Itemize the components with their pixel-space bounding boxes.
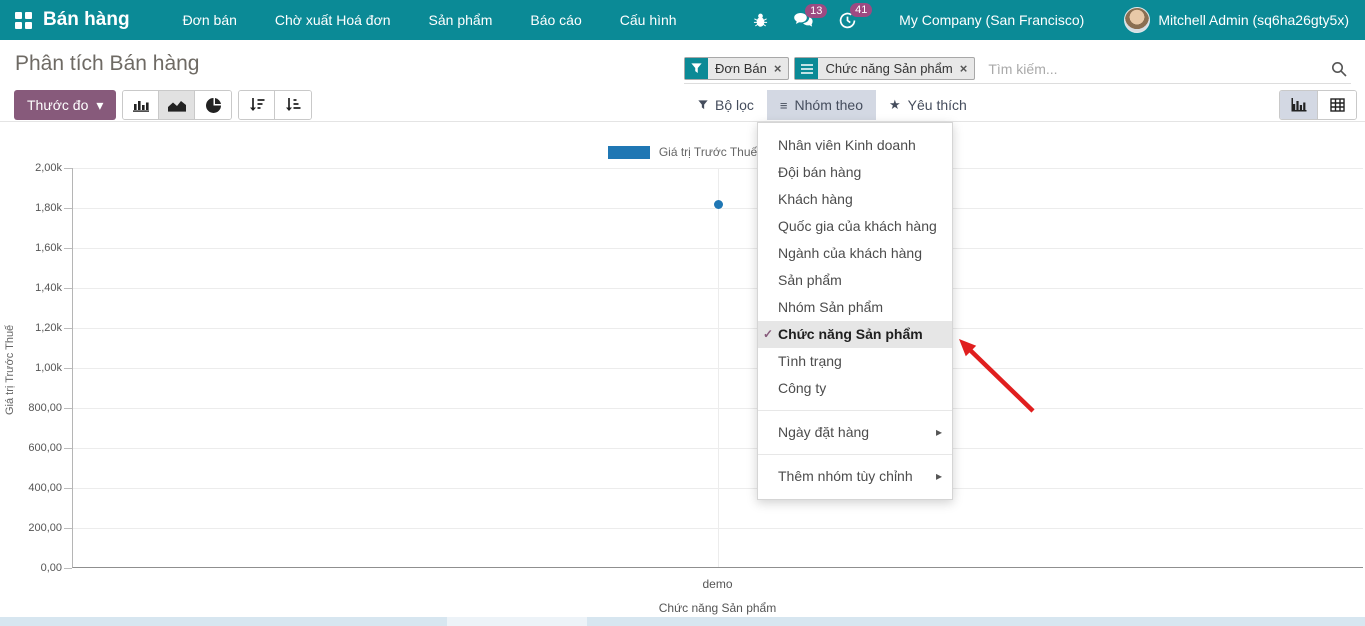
groupby-menu-item[interactable]: Quốc gia của khách hàng xyxy=(758,213,952,240)
favorites-button[interactable]: ★ Yêu thích xyxy=(876,90,980,120)
measures-button[interactable]: Thước đo ▾ xyxy=(14,90,116,120)
groupby-menu-item[interactable]: Đội bán hàng xyxy=(758,159,952,186)
groupby-dropdown-menu: Nhân viên Kinh doanh Đội bán hàng Khách … xyxy=(757,122,953,500)
menu-separator xyxy=(758,410,952,411)
x-tick-demo: demo xyxy=(72,577,1363,591)
groupby-menu-item[interactable]: Nhân viên Kinh doanh xyxy=(758,132,952,159)
menu-separator xyxy=(758,454,952,455)
x-gridline xyxy=(718,168,719,567)
facet-label: Đơn Bán xyxy=(715,61,767,76)
search-icon[interactable] xyxy=(1331,61,1347,77)
activity-badge: 41 xyxy=(850,3,872,17)
y-tick: 1,20k xyxy=(0,321,62,335)
page-title: Phân tích Bán hàng xyxy=(15,52,199,76)
horizontal-scrollbar xyxy=(0,617,1365,626)
app-name[interactable]: Bán hàng xyxy=(43,9,130,31)
y-tick: 1,00k xyxy=(0,361,62,375)
chevron-down-icon: ▾ xyxy=(96,97,103,114)
check-icon: ✓ xyxy=(763,321,773,348)
scrollbar-thumb[interactable] xyxy=(447,617,587,626)
groupby-menu-item-add-custom-group[interactable]: Thêm nhóm tùy chỉnh ▸ xyxy=(758,463,952,490)
navbar-menu-item-bao-cao[interactable]: Báo cáo xyxy=(511,0,600,40)
group-by-icon xyxy=(795,58,818,79)
y-tick: 400,00 xyxy=(0,481,62,495)
line-chart-icon[interactable] xyxy=(159,91,195,119)
y-tick: 0,00 xyxy=(0,561,62,575)
view-switcher xyxy=(1279,90,1357,120)
legend-swatch xyxy=(608,146,650,159)
messages-badge: 13 xyxy=(805,4,827,18)
user-menu[interactable]: Mitchell Admin (sq6ha26gty5x) xyxy=(1158,12,1349,28)
legend-label: Giá trị Trước Thuế xyxy=(659,145,757,159)
search-facet-groupby: Chức năng Sản phẩm × xyxy=(794,57,975,80)
search-options: Bộ lọc ≡ Nhóm theo ★ Yêu thích xyxy=(685,90,980,120)
submenu-arrow-icon: ▸ xyxy=(936,463,942,490)
groupby-menu-item[interactable]: Khách hàng xyxy=(758,186,952,213)
y-tick: 200,00 xyxy=(0,521,62,535)
graph-view-icon[interactable] xyxy=(1280,91,1318,119)
groupby-menu-item-order-date[interactable]: Ngày đặt hàng ▸ xyxy=(758,419,952,446)
navbar-menu-item-cau-hinh[interactable]: Cấu hình xyxy=(601,0,696,40)
facet-remove-icon[interactable]: × xyxy=(960,61,968,76)
y-tick: 1,80k xyxy=(0,201,62,215)
groupby-menu-item[interactable]: Sản phẩm xyxy=(758,267,952,294)
search-facet-filter: Đơn Bán × xyxy=(684,57,789,80)
groupby-menu-item[interactable]: Công ty xyxy=(758,375,952,402)
y-tick: 600,00 xyxy=(0,441,62,455)
groupby-menu-item[interactable]: Tình trạng xyxy=(758,348,952,375)
submenu-arrow-icon: ▸ xyxy=(936,419,942,446)
filters-button[interactable]: Bộ lọc xyxy=(685,90,767,120)
y-tick: 1,60k xyxy=(0,241,62,255)
y-tick: 1,40k xyxy=(0,281,62,295)
navbar-menu-item-don-ban[interactable]: Đơn bán xyxy=(164,0,256,40)
group-by-icon: ≡ xyxy=(780,98,788,113)
chart-type-group xyxy=(122,90,232,120)
sort-ascending-icon[interactable] xyxy=(275,91,311,119)
sort-group xyxy=(238,90,312,120)
chart-plot-area xyxy=(72,168,1363,568)
groupby-menu-item-selected[interactable]: ✓ Chức năng Sản phẩm xyxy=(758,321,952,348)
search-input[interactable] xyxy=(980,61,1331,77)
star-icon: ★ xyxy=(889,97,901,113)
avatar[interactable] xyxy=(1124,7,1150,33)
view-toolbar: Thước đo ▾ xyxy=(0,88,1365,122)
groupby-button[interactable]: ≡ Nhóm theo xyxy=(767,90,876,120)
company-switcher[interactable]: My Company (San Francisco) xyxy=(899,12,1084,28)
sort-descending-icon[interactable] xyxy=(239,91,275,119)
y-tick: 2,00k xyxy=(0,161,62,175)
data-point[interactable] xyxy=(714,200,723,209)
bar-chart-icon[interactable] xyxy=(123,91,159,119)
navbar-right: 13 41 My Company (San Francisco) Mitchel… xyxy=(740,7,1349,33)
apps-grid-icon[interactable] xyxy=(15,12,32,29)
chart-legend[interactable]: Giá trị Trước Thuế xyxy=(0,145,1365,159)
groupby-menu-item[interactable]: Ngành của khách hàng xyxy=(758,240,952,267)
top-navbar: Bán hàng Đơn bán Chờ xuất Hoá đơn Sản ph… xyxy=(0,0,1365,40)
activity-clock-icon[interactable]: 41 xyxy=(839,12,856,29)
facet-label: Chức năng Sản phẩm xyxy=(825,61,952,76)
navbar-menu-item-cho-xuat-hoa-don[interactable]: Chờ xuất Hoá đơn xyxy=(256,0,410,40)
navbar-menu: Đơn bán Chờ xuất Hoá đơn Sản phẩm Báo cá… xyxy=(164,0,696,40)
pivot-view-icon[interactable] xyxy=(1318,91,1356,119)
x-axis-title: Chức năng Sản phẩm xyxy=(72,601,1363,615)
debug-bug-icon[interactable] xyxy=(753,13,768,28)
pie-chart-icon[interactable] xyxy=(195,91,231,119)
messages-icon[interactable]: 13 xyxy=(794,13,813,28)
search-bar: Đơn Bán × Chức năng Sản phẩm × xyxy=(684,54,1351,84)
groupby-menu-item[interactable]: Nhóm Sản phẩm xyxy=(758,294,952,321)
facet-remove-icon[interactable]: × xyxy=(774,61,782,76)
y-tick: 800,00 xyxy=(0,401,62,415)
filter-icon xyxy=(685,58,708,79)
navbar-menu-item-san-pham[interactable]: Sản phẩm xyxy=(410,0,512,40)
